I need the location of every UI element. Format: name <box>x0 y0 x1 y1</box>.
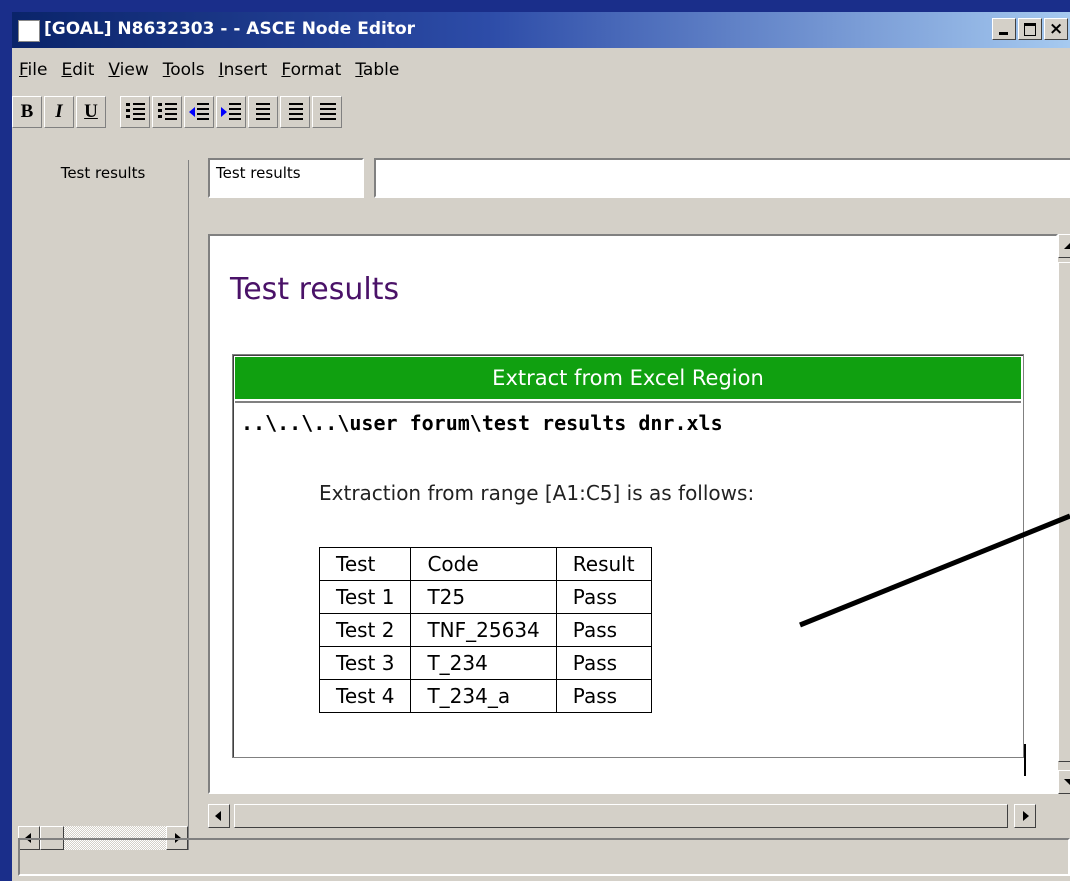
annotation-arrow <box>799 513 1070 628</box>
annotation-line <box>799 513 1070 628</box>
